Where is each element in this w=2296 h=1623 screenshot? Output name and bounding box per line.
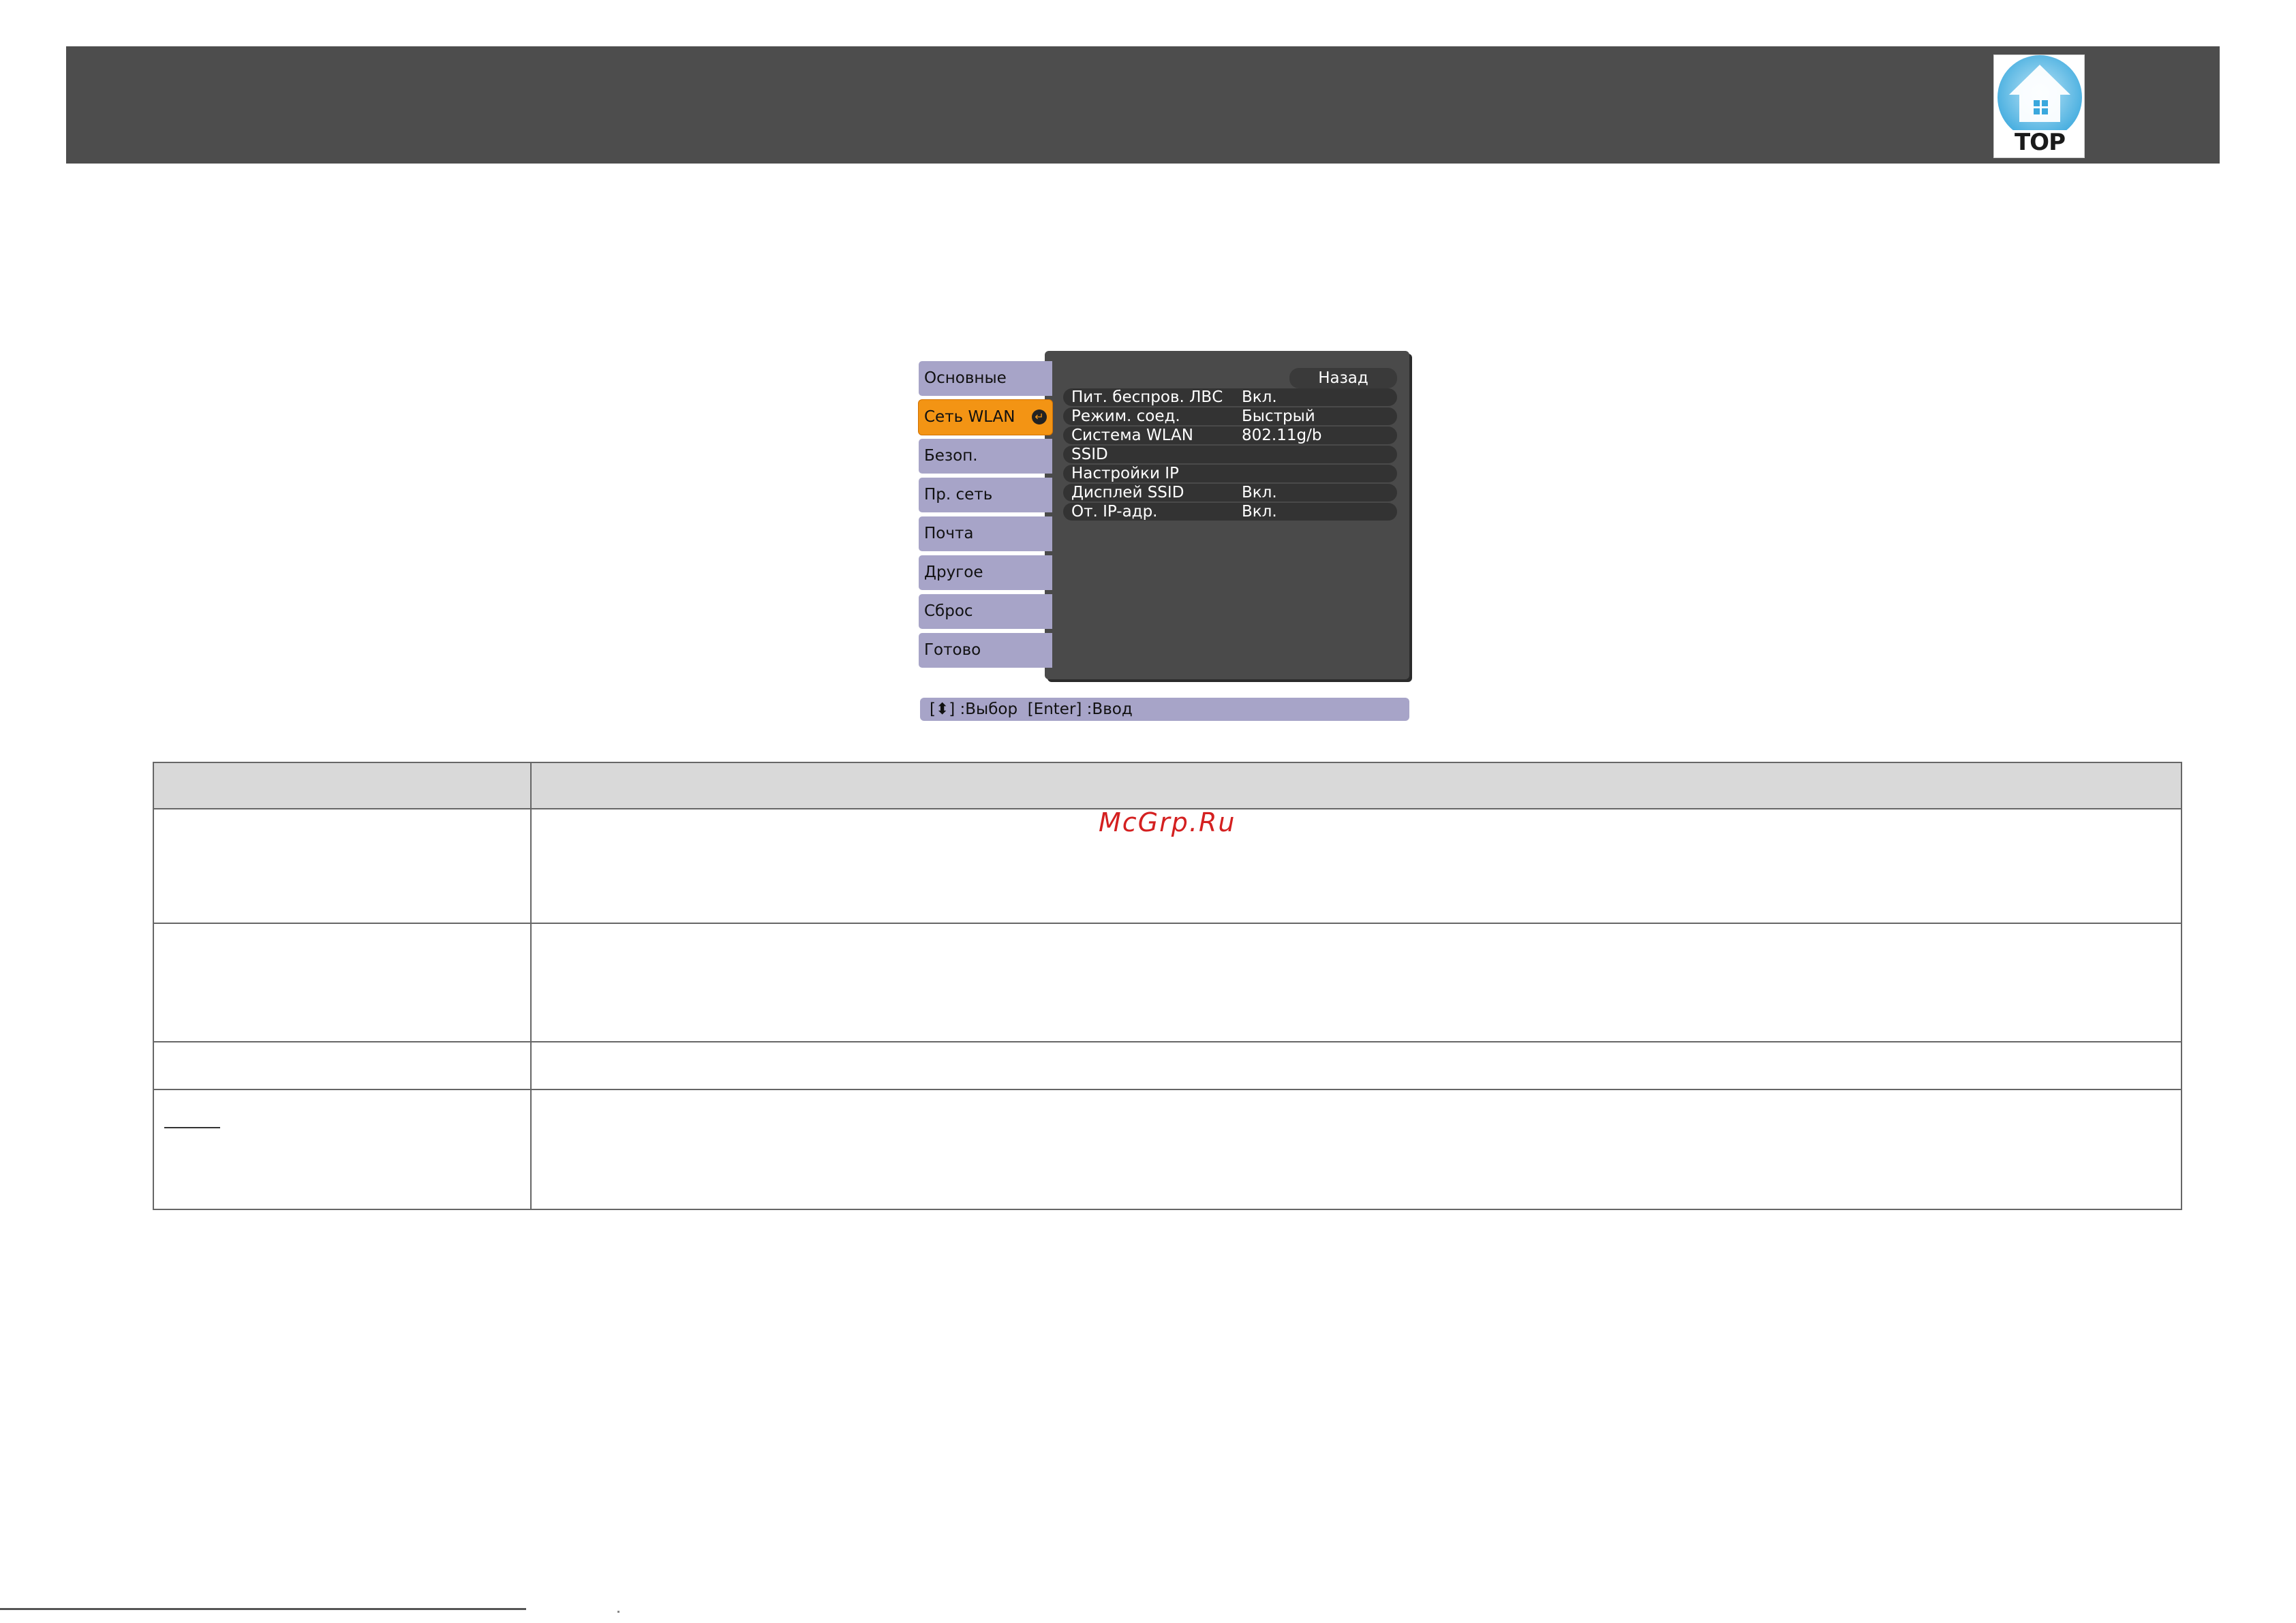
osd-row-ip-display[interactable]: От. IP-адр. Вкл. — [1063, 503, 1397, 521]
table-cell-setting — [153, 923, 532, 1042]
table-cell-setting — [153, 1089, 532, 1210]
osd-row-label: Настройки IP — [1071, 465, 1179, 482]
enter-icon: ↵ — [1032, 409, 1047, 424]
osd-tab-label: Основные — [924, 369, 1007, 387]
osd-tab-label: Готово — [924, 641, 981, 659]
osd-row-value: Вкл. — [1242, 503, 1277, 521]
table-row — [153, 808, 2182, 924]
osd-row-label: Пит. беспров. ЛВС — [1071, 388, 1223, 406]
osd-tab-label: Пр. сеть — [924, 486, 993, 504]
osd-row-connection-mode[interactable]: Режим. соед. Быстрый — [1063, 407, 1397, 425]
osd-tab-security[interactable]: Безоп. — [919, 439, 1052, 474]
settings-description-table — [153, 762, 2182, 1210]
top-button-label: TOP — [2014, 129, 2066, 156]
osd-row-ip-settings[interactable]: Настройки IP — [1063, 465, 1397, 482]
osd-tab-other[interactable]: Другое — [919, 555, 1052, 590]
osd-tab-label: Безоп. — [924, 447, 978, 465]
osd-tab-basic[interactable]: Основные — [919, 361, 1052, 396]
osd-row-label: Режим. соед. — [1071, 407, 1180, 425]
table-cell-description — [530, 923, 2182, 1042]
table-row — [153, 1041, 2182, 1090]
top-button[interactable]: TOP — [1993, 55, 2085, 158]
osd-tab-label: Сброс — [924, 602, 973, 620]
osd-row-value: Вкл. — [1242, 388, 1277, 406]
osd-tab-reset[interactable]: Сброс — [919, 594, 1052, 629]
underline-mark — [164, 1127, 220, 1128]
table-cell-setting — [153, 1041, 532, 1090]
osd-row-label: От. IP-адр. — [1071, 503, 1158, 521]
osd-tab-done[interactable]: Готово — [919, 633, 1052, 668]
osd-row-value: Быстрый — [1242, 407, 1315, 425]
table-header-cell-description — [530, 762, 2182, 809]
table-header-cell-setting — [153, 762, 532, 809]
osd-row-ssid-display[interactable]: Дисплей SSID Вкл. — [1063, 484, 1397, 501]
osd-key-hint-bar: [⬍] :Выбор [Enter] :Ввод — [920, 698, 1409, 721]
osd-row-value: Вкл. — [1242, 484, 1277, 501]
osd-row-ssid[interactable]: SSID — [1063, 446, 1397, 463]
osd-tab-mail[interactable]: Почта — [919, 516, 1052, 551]
table-header-row — [153, 762, 2182, 809]
osd-tab-wired-network[interactable]: Пр. сеть — [919, 478, 1052, 512]
table-row — [153, 923, 2182, 1042]
osd-row-label: Система WLAN — [1071, 427, 1193, 444]
table-row — [153, 1089, 2182, 1210]
osd-tab-label: Сеть WLAN — [924, 408, 1015, 426]
osd-tab-label: Другое — [924, 563, 983, 581]
osd-tab-list: Основные Сеть WLAN ↵ Безоп. Пр. сеть Почт… — [919, 361, 1055, 672]
table-cell-description — [530, 1041, 2182, 1090]
footer-rule — [0, 1608, 526, 1610]
osd-back-button[interactable]: Назад — [1289, 368, 1397, 388]
osd-row-label: SSID — [1071, 446, 1108, 463]
header-bar — [66, 46, 2220, 164]
table-cell-setting — [153, 808, 532, 924]
projector-osd-menu: Основные Сеть WLAN ↵ Безоп. Пр. сеть Почт… — [919, 351, 1409, 722]
osd-row-value: 802.11g/b — [1242, 427, 1322, 444]
osd-row-wlan-system[interactable]: Система WLAN 802.11g/b — [1063, 427, 1397, 444]
footer-dot — [617, 1611, 619, 1613]
table-cell-description — [530, 1089, 2182, 1210]
osd-row-label: Дисплей SSID — [1071, 484, 1184, 501]
osd-row-wireless-power[interactable]: Пит. беспров. ЛВС Вкл. — [1063, 388, 1397, 406]
home-top-icon — [1997, 55, 2082, 130]
table-cell-description — [530, 808, 2182, 924]
osd-tab-wlan[interactable]: Сеть WLAN ↵ — [919, 400, 1052, 435]
osd-tab-label: Почта — [924, 525, 974, 542]
